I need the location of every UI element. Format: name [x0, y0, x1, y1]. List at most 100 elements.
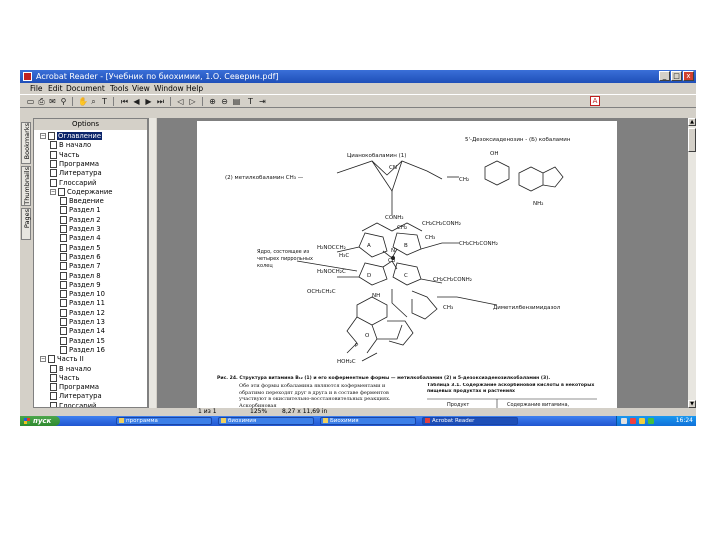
- menu-document[interactable]: Document: [66, 83, 105, 94]
- minimize-button[interactable]: _: [659, 71, 670, 81]
- document-scrollbar[interactable]: ▲ ▼: [687, 118, 696, 408]
- label-methyl: (2) метилкобаламин CH₃ —: [225, 175, 304, 181]
- clock: 16:24: [675, 417, 693, 424]
- tray-icon[interactable]: [648, 418, 654, 424]
- tab-thumbnails[interactable]: Thumbnails: [21, 166, 31, 206]
- last-page-icon[interactable]: ⏭: [156, 97, 165, 106]
- bookmark-label: Раздел 3: [69, 225, 101, 233]
- zoom-icon[interactable]: ⌕: [89, 97, 98, 106]
- close-button[interactable]: x: [683, 71, 694, 81]
- label-ch2ch2conh2-3: CH₂CH₂CONH₂: [433, 277, 472, 283]
- menu-view[interactable]: View: [132, 83, 150, 94]
- bookmark-icon: [48, 355, 55, 364]
- table-title: Таблица 3.1. Содержание аскорбиновой кис…: [427, 383, 595, 394]
- tray-icon[interactable]: [621, 418, 627, 424]
- acrobat-icon: [425, 418, 430, 423]
- bookmark-label: Глоссарий: [59, 178, 97, 187]
- bookmark-label: Раздел 16: [69, 345, 105, 354]
- bookmark-icon: [48, 132, 55, 140]
- left-tabs: Bookmarks Thumbnails Pages: [20, 118, 32, 408]
- bookmark-icon: [50, 169, 57, 178]
- zoom-level[interactable]: 125%: [250, 408, 267, 416]
- scroll-up-icon[interactable]: ▲: [688, 118, 696, 126]
- search-icon[interactable]: ⚲: [59, 97, 68, 106]
- bookmark-label: Литература: [59, 169, 102, 178]
- taskbar-item[interactable]: биохимия: [218, 417, 314, 425]
- bookmark-label: Часть II: [57, 355, 84, 364]
- bookmark-label: Часть: [59, 373, 80, 382]
- bookmark-label: Введение: [69, 197, 104, 206]
- expand-toggle-icon[interactable]: −: [40, 356, 46, 363]
- bookmarks-scrollbar[interactable]: [148, 118, 156, 408]
- label-b5: 5'-Дезоксиаденозин - (Б) кобаламин: [465, 137, 571, 143]
- hand-icon[interactable]: ✋: [78, 97, 88, 106]
- column-select-icon[interactable]: ⇥: [258, 97, 267, 106]
- expand-toggle-icon[interactable]: −: [50, 188, 56, 195]
- menu-file[interactable]: File: [30, 83, 43, 94]
- bookmark-icon: [50, 150, 57, 159]
- bookmark-item[interactable]: Глоссарий: [50, 401, 96, 407]
- select-text-icon[interactable]: T: [100, 97, 109, 106]
- status-bar: 1 из 1 125% 8,27 x 11,69 in: [20, 408, 696, 416]
- label-o: O: [365, 333, 370, 339]
- scroll-thumb[interactable]: [688, 128, 696, 152]
- options-menu[interactable]: Options: [72, 119, 99, 130]
- body-paragraph: Обе эти формы кобаламина являются коферм…: [239, 383, 391, 408]
- label-ring-b: B: [404, 243, 408, 249]
- label-ch2: CH₂: [459, 177, 469, 183]
- label-conh2: CONH₂: [385, 215, 404, 221]
- taskbar-item[interactable]: Acrobat Reader: [422, 417, 518, 425]
- back-icon[interactable]: ◁: [176, 97, 185, 106]
- bookmark-icon: [50, 141, 57, 150]
- print-icon[interactable]: ⎙: [37, 97, 46, 106]
- maximize-button[interactable]: □: [671, 71, 682, 81]
- tab-pages[interactable]: Pages: [21, 208, 31, 240]
- fit-page-icon[interactable]: ▤: [232, 97, 241, 106]
- open-icon[interactable]: ▭: [26, 97, 35, 106]
- bookmark-label: Оглавление: [57, 132, 103, 140]
- taskbar-item[interactable]: Биохимия: [320, 417, 416, 425]
- bookmark-icon: [60, 299, 67, 308]
- zoom-out-icon[interactable]: ⊖: [220, 97, 229, 106]
- bookmark-icon: [60, 318, 67, 326]
- bookmark-icon: [50, 373, 57, 382]
- vitamin-b12-structure: 5'-Дезоксиаденозин - (Б) кобаламин Циано…: [217, 137, 597, 408]
- window-title: Acrobat Reader - [Учебник по биохимии, 1…: [36, 72, 279, 81]
- bookmark-icon: [60, 262, 67, 271]
- forward-icon[interactable]: ▷: [188, 97, 197, 106]
- label-ring-d: D: [367, 273, 371, 279]
- bookmark-icon: [60, 234, 67, 243]
- label-nh: NH: [372, 293, 380, 299]
- document-area: 5'-Дезоксиаденозин - (Б) кобаламин Циано…: [157, 118, 687, 408]
- expand-toggle-icon[interactable]: −: [40, 133, 46, 139]
- tab-bookmarks[interactable]: Bookmarks: [21, 122, 31, 164]
- email-icon[interactable]: ✉: [48, 97, 57, 106]
- bookmark-icon: [50, 383, 57, 392]
- taskbar-item[interactable]: программа: [116, 417, 212, 425]
- menu-help[interactable]: Help: [186, 83, 203, 94]
- prev-page-icon[interactable]: ◀: [132, 97, 141, 106]
- start-button[interactable]: пуск: [20, 416, 60, 426]
- next-page-icon[interactable]: ▶: [144, 97, 153, 106]
- pdf-page: 5'-Дезоксиаденозин - (Б) кобаламин Циано…: [197, 121, 617, 408]
- secondary-toolbar: [20, 108, 696, 118]
- menu-window[interactable]: Window: [154, 83, 184, 94]
- system-tray: 16:24: [616, 416, 696, 426]
- zoom-in-icon[interactable]: ⊕: [208, 97, 217, 106]
- page-indicator[interactable]: 1 из 1: [198, 408, 217, 416]
- taskbar: пуск программа биохимия Биохимия Acrobat…: [20, 416, 696, 426]
- label-h2nocch2: H₂NOCCH₂: [317, 245, 346, 251]
- annotation-core-2: четырех пиррольных: [257, 256, 313, 262]
- bookmark-label: Раздел 8: [69, 271, 101, 280]
- menu-tools[interactable]: Tools: [110, 83, 128, 94]
- tray-icon[interactable]: [630, 418, 636, 424]
- tray-icon[interactable]: [639, 418, 645, 424]
- menu-edit[interactable]: Edit: [48, 83, 63, 94]
- label-ring-c: C: [404, 273, 408, 279]
- bookmark-icon: [60, 280, 67, 289]
- text-tool-icon[interactable]: T: [246, 97, 255, 106]
- first-page-icon[interactable]: ⏮: [120, 97, 129, 106]
- document-icon: [323, 418, 328, 423]
- toolbar: ▭ ⎙ ✉ ⚲ ✋ ⌕ T ⏮ ◀ ▶ ⏭ ◁ ▷ ⊕ ⊖ ▤ T ⇥ A: [20, 94, 696, 108]
- scroll-down-icon[interactable]: ▼: [688, 400, 696, 408]
